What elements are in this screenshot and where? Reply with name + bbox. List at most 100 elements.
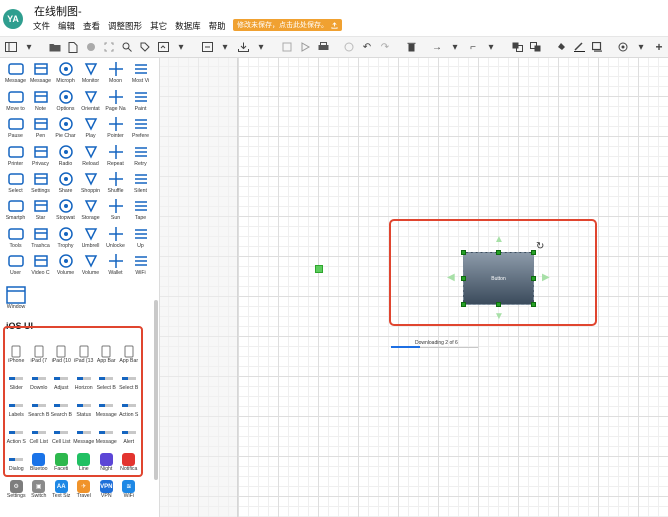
clear-icon[interactable] bbox=[342, 40, 356, 54]
shape-item[interactable]: Tools bbox=[3, 222, 28, 249]
ios-shape-item[interactable]: ⚙ Settings bbox=[5, 473, 28, 500]
shape-item[interactable]: Pointer bbox=[103, 113, 128, 140]
connector-straight-icon[interactable]: → bbox=[430, 40, 444, 54]
shape-item[interactable]: Unlocke bbox=[103, 222, 128, 249]
shape-item[interactable]: Message bbox=[28, 58, 53, 85]
resize-handle-w[interactable] bbox=[461, 276, 466, 281]
menu-file[interactable]: 文件 bbox=[33, 20, 50, 32]
shape-item[interactable]: Move to bbox=[3, 85, 28, 112]
shape-item[interactable]: Trashca bbox=[28, 222, 53, 249]
unsaved-changes-button[interactable]: 修改未保存，点击此处保存。 bbox=[233, 19, 342, 31]
resize-handle-sw[interactable] bbox=[461, 302, 466, 307]
menu-extras[interactable]: 其它 bbox=[150, 20, 167, 32]
resize-handle-ne[interactable] bbox=[531, 250, 536, 255]
shape-item[interactable]: Most Vi bbox=[128, 58, 153, 85]
shape-item[interactable]: Umbrell bbox=[78, 222, 103, 249]
to-back-icon[interactable] bbox=[528, 40, 542, 54]
shape-item[interactable]: Select bbox=[3, 168, 28, 195]
chevron-down-icon[interactable]: ▾ bbox=[448, 40, 462, 54]
waypoints-icon[interactable]: ⌐ bbox=[466, 40, 480, 54]
page-icon[interactable] bbox=[200, 40, 214, 54]
shape-item[interactable]: Volume bbox=[53, 250, 78, 277]
shape-item[interactable]: Wallet bbox=[103, 250, 128, 277]
resize-handle-s[interactable] bbox=[496, 302, 501, 307]
shape-item[interactable]: Pie Char bbox=[53, 113, 78, 140]
shape-item[interactable]: Privacy bbox=[28, 140, 53, 167]
shape-item[interactable]: Paint bbox=[128, 85, 153, 112]
resize-handle-n[interactable] bbox=[496, 250, 501, 255]
edit-style-icon[interactable] bbox=[616, 40, 630, 54]
menu-view[interactable]: 查看 bbox=[83, 20, 100, 32]
shape-item[interactable]: Storage bbox=[78, 195, 103, 222]
shape-item[interactable]: Volume bbox=[78, 250, 103, 277]
arrow-down-icon[interactable]: ▼ bbox=[494, 312, 504, 322]
resize-handle-se[interactable] bbox=[531, 302, 536, 307]
shape-item[interactable]: Moon bbox=[103, 58, 128, 85]
shape-item[interactable]: Message bbox=[3, 58, 28, 85]
menu-edit[interactable]: 编辑 bbox=[58, 20, 75, 32]
shape-item[interactable]: Prefere bbox=[128, 113, 153, 140]
shape-item[interactable]: Tape bbox=[128, 195, 153, 222]
rotate-icon[interactable]: ↻ bbox=[536, 241, 544, 252]
download-progress-label[interactable]: Downloading 2 of 6 bbox=[415, 340, 458, 346]
sidebar-scrollbar[interactable] bbox=[154, 300, 158, 480]
shape-item[interactable]: Trophy bbox=[53, 222, 78, 249]
shape-item[interactable]: Reload bbox=[78, 140, 103, 167]
shape-item[interactable]: Monitor bbox=[78, 58, 103, 85]
user-avatar[interactable]: YA bbox=[3, 9, 23, 29]
shape-item[interactable]: Page Na bbox=[103, 85, 128, 112]
shape-item[interactable]: Sun bbox=[103, 195, 128, 222]
save-icon[interactable] bbox=[84, 40, 98, 54]
ios-shape-item[interactable]: ▣ Switch bbox=[28, 473, 51, 500]
resize-handle-nw[interactable] bbox=[461, 250, 466, 255]
export-icon[interactable] bbox=[236, 40, 250, 54]
tag-icon[interactable] bbox=[138, 40, 152, 54]
shape-item[interactable]: Silent bbox=[128, 168, 153, 195]
ios-shape-item[interactable]: VPN VPN bbox=[95, 473, 118, 500]
shape-item[interactable]: Smartph bbox=[3, 195, 28, 222]
green-anchor-shape[interactable] bbox=[315, 265, 323, 273]
insert-shape-icon[interactable] bbox=[156, 40, 170, 54]
shape-item[interactable]: Pen bbox=[28, 113, 53, 140]
shape-item[interactable]: Pause bbox=[3, 113, 28, 140]
shape-item[interactable]: Stopwat bbox=[53, 195, 78, 222]
shape-item[interactable]: Video C bbox=[28, 250, 53, 277]
ios-shape-item[interactable]: AA Text Siz bbox=[50, 473, 73, 500]
to-front-icon[interactable] bbox=[510, 40, 524, 54]
shape-item[interactable]: Radio bbox=[53, 140, 78, 167]
fill-color-icon[interactable] bbox=[554, 40, 568, 54]
chevron-down-icon[interactable]: ▾ bbox=[174, 40, 188, 54]
download-progress-bar[interactable] bbox=[391, 346, 478, 348]
play-icon[interactable] bbox=[298, 40, 312, 54]
selected-button-shape[interactable]: Button bbox=[463, 252, 534, 305]
shape-item[interactable]: Orientat bbox=[78, 85, 103, 112]
menu-help[interactable]: 帮助 bbox=[209, 20, 226, 32]
shape-item[interactable]: Shoppin bbox=[78, 168, 103, 195]
arrow-left-icon[interactable]: ◀ bbox=[447, 273, 455, 283]
undo-icon[interactable]: ↶ bbox=[360, 40, 374, 54]
shape-item[interactable]: Retry bbox=[128, 140, 153, 167]
shape-item[interactable]: WiFi bbox=[128, 250, 153, 277]
arrow-up-icon[interactable]: ▲ bbox=[494, 235, 504, 245]
menu-arrange[interactable]: 调整图形 bbox=[108, 20, 142, 32]
shape-item[interactable]: Shuffle bbox=[103, 168, 128, 195]
shape-item[interactable]: Microph bbox=[53, 58, 78, 85]
shape-item[interactable]: Options bbox=[53, 85, 78, 112]
shape-item[interactable]: Note bbox=[28, 85, 53, 112]
format-panel-icon[interactable] bbox=[4, 40, 18, 54]
delete-icon[interactable] bbox=[404, 40, 418, 54]
resize-handle-e[interactable] bbox=[531, 276, 536, 281]
shape-item[interactable]: Settings bbox=[28, 168, 53, 195]
ios-shape-item[interactable]: ≋ WiFi bbox=[118, 473, 141, 500]
shape-item[interactable]: Share bbox=[53, 168, 78, 195]
shape-item[interactable]: Printer bbox=[3, 140, 28, 167]
arrow-right-icon[interactable]: ▶ bbox=[542, 273, 550, 283]
shape-item[interactable]: Up bbox=[128, 222, 153, 249]
print-icon[interactable] bbox=[316, 40, 330, 54]
ios-shape-item[interactable]: ✈ Travel bbox=[73, 473, 96, 500]
redo-icon[interactable]: ↷ bbox=[378, 40, 392, 54]
chevron-down-icon[interactable]: ▾ bbox=[254, 40, 268, 54]
open-folder-icon[interactable] bbox=[48, 40, 62, 54]
menu-database[interactable]: 数据库 bbox=[175, 20, 201, 32]
shape-item[interactable]: Star bbox=[28, 195, 53, 222]
